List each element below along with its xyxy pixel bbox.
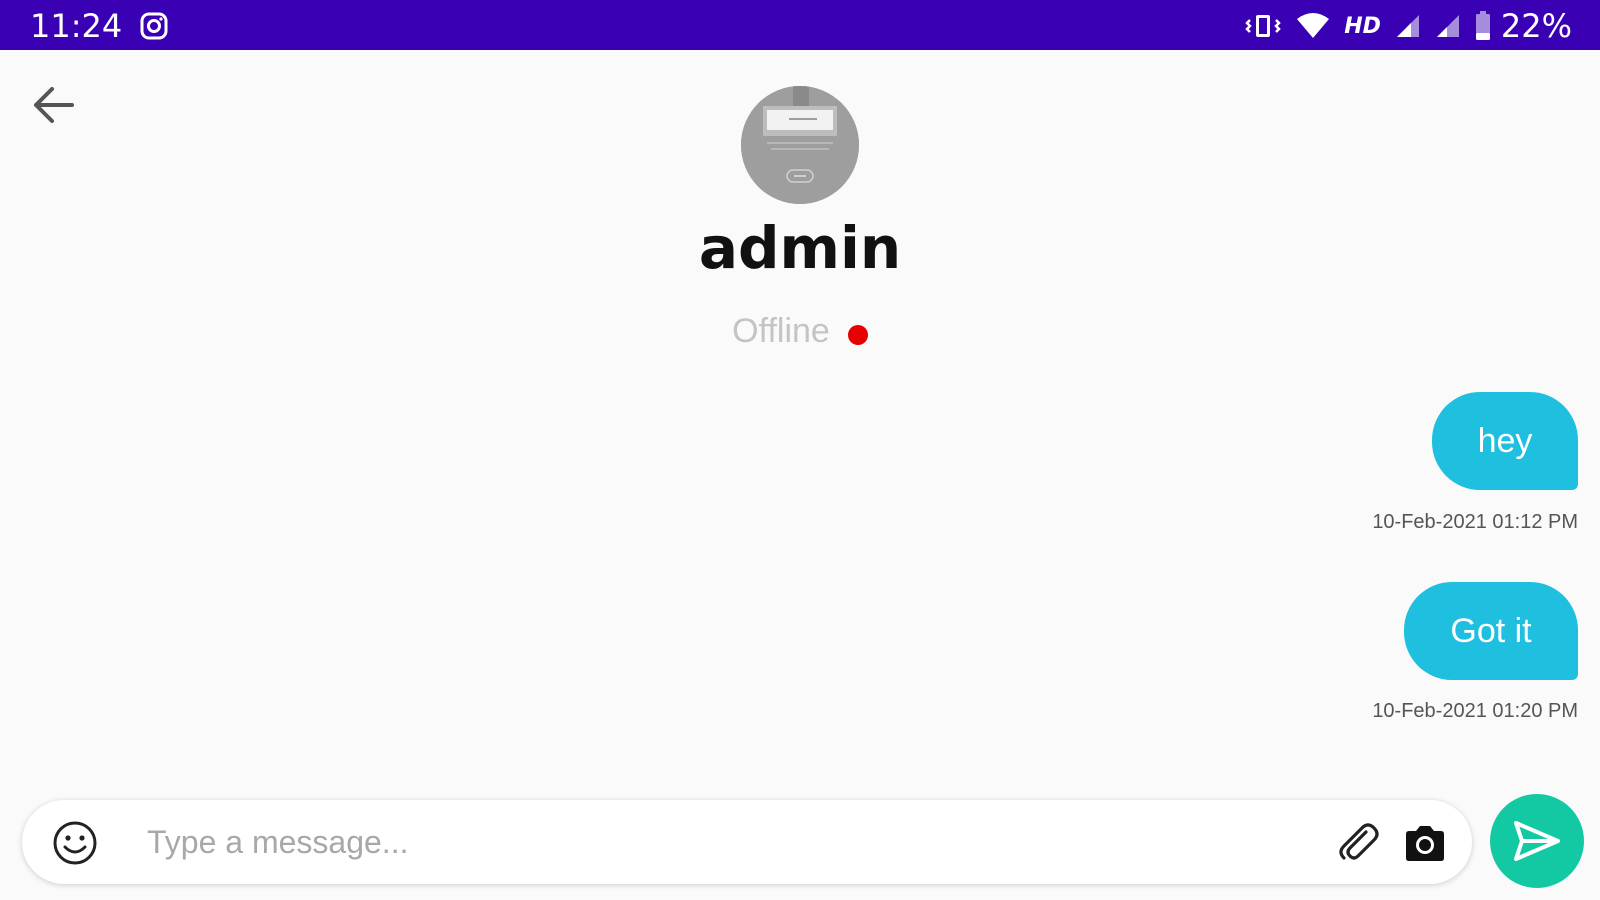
offline-dot-icon xyxy=(847,324,868,345)
status-time: 11:24 xyxy=(30,7,123,45)
message-timestamp: 10-Feb-2021 01:20 PM xyxy=(1372,700,1578,722)
vibrate-icon xyxy=(1244,12,1282,40)
presence-status: Offline xyxy=(0,312,1600,351)
back-button[interactable] xyxy=(28,80,78,130)
emoji-button[interactable] xyxy=(52,820,98,866)
avatar[interactable] xyxy=(741,86,859,204)
send-button[interactable] xyxy=(1490,794,1584,888)
contact-name: admin xyxy=(698,214,902,282)
wifi-icon xyxy=(1296,12,1330,40)
chat-screen: 11:24 HD 22% admin Offline hey 10-Feb-20… xyxy=(0,0,1600,900)
status-icons: HD 22% xyxy=(1244,6,1572,46)
instagram-icon xyxy=(140,12,168,40)
network-label: HD xyxy=(1344,13,1381,39)
arrow-left-icon xyxy=(34,87,74,123)
message-composer xyxy=(22,800,1472,884)
message-timestamp: 10-Feb-2021 01:12 PM xyxy=(1372,511,1578,533)
battery-icon xyxy=(1475,11,1491,41)
attach-button[interactable] xyxy=(1336,820,1382,866)
message-input[interactable] xyxy=(142,812,1327,872)
signal-icon xyxy=(1395,13,1421,39)
paperclip-icon xyxy=(1339,823,1379,860)
message-bubble[interactable]: Got it xyxy=(1404,582,1578,680)
status-bar: 11:24 HD 22% xyxy=(0,0,1600,50)
message-bubble[interactable]: hey xyxy=(1432,392,1578,490)
send-icon xyxy=(1514,821,1560,861)
battery-percent: 22% xyxy=(1500,7,1572,45)
avatar-image xyxy=(741,86,859,204)
presence-text: Offline xyxy=(732,312,830,350)
camera-button[interactable] xyxy=(1402,822,1448,864)
camera-icon xyxy=(1406,826,1444,861)
signal-icon-2 xyxy=(1435,13,1461,39)
emoji-icon xyxy=(53,821,97,865)
